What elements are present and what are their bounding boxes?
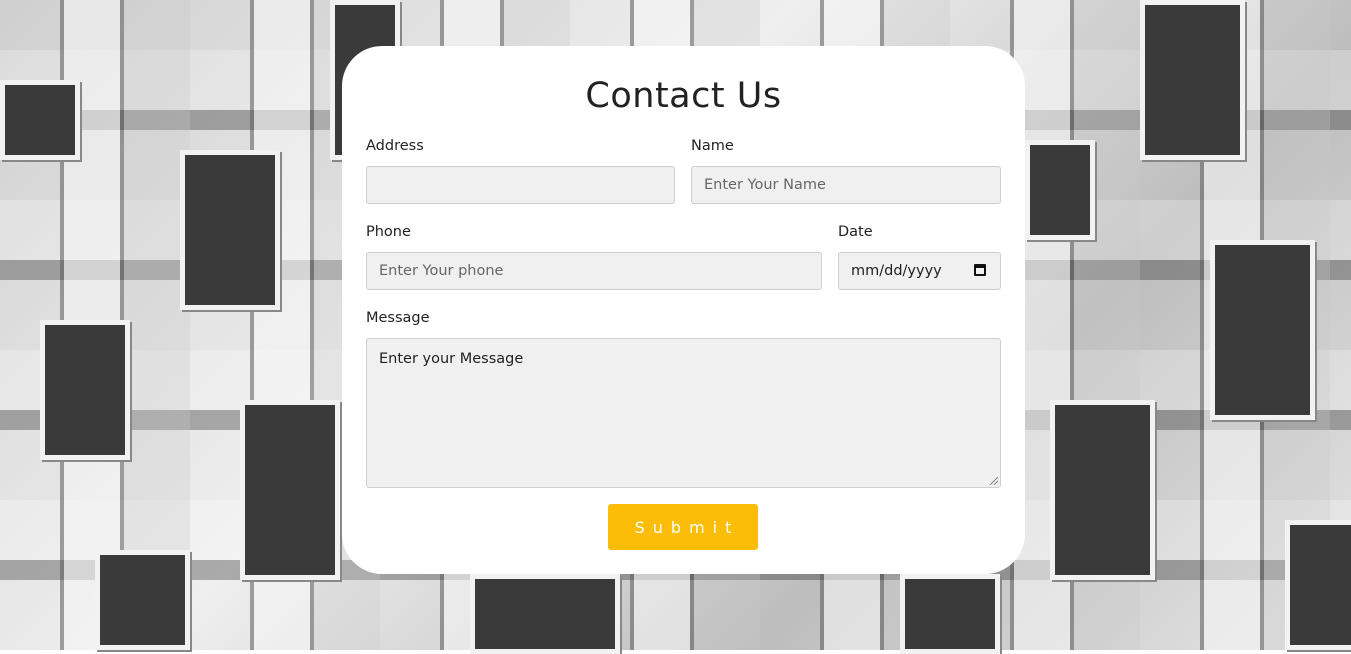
- background-window: [180, 150, 280, 310]
- resize-handle-icon[interactable]: [990, 477, 998, 485]
- background-window: [240, 400, 340, 580]
- message-textarea[interactable]: Enter your Message: [366, 338, 1001, 488]
- background-window: [1140, 0, 1245, 160]
- background-window: [95, 550, 190, 650]
- background-window: [1050, 400, 1155, 580]
- background-window: [40, 320, 130, 460]
- message-label: Message: [366, 310, 430, 326]
- contact-form-card: Contact Us Address Name Enter Your Name …: [342, 46, 1025, 574]
- calendar-icon[interactable]: [974, 264, 986, 276]
- phone-label: Phone: [366, 224, 411, 240]
- message-textarea-text: Enter your Message: [379, 351, 524, 367]
- form-title: Contact Us: [585, 76, 782, 116]
- date-input[interactable]: mm/dd/yyyy: [838, 252, 1001, 290]
- submit-button[interactable]: Submit: [608, 504, 758, 550]
- address-input[interactable]: [366, 166, 675, 204]
- name-input[interactable]: Enter Your Name: [691, 166, 1001, 204]
- background-window: [1025, 140, 1095, 240]
- phone-input[interactable]: Enter Your phone: [366, 252, 822, 290]
- date-label: Date: [838, 224, 873, 240]
- name-label: Name: [691, 138, 734, 154]
- background-window: [900, 574, 1000, 654]
- date-input-text: mm/dd/yyyy: [851, 263, 942, 279]
- background-window: [1285, 520, 1351, 650]
- address-label: Address: [366, 138, 424, 154]
- background-window: [0, 80, 80, 160]
- background-window: [470, 574, 620, 654]
- background-window: [1210, 240, 1315, 420]
